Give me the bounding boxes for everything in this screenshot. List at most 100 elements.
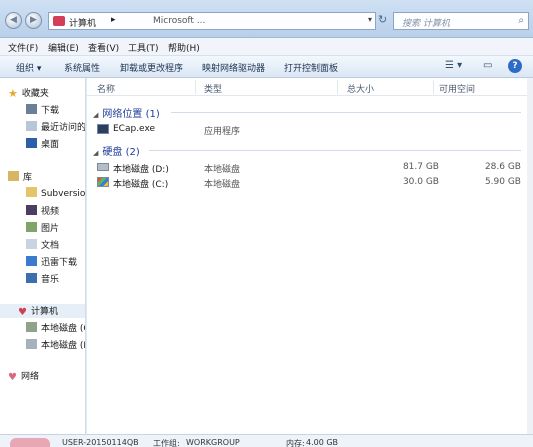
map-network-drive-button[interactable]: 映射网络驱动器 (202, 61, 265, 74)
group-network-label: 网络位置 (1) (102, 109, 160, 120)
video-icon (26, 205, 37, 215)
menu-tools[interactable]: 工具(T) (128, 41, 159, 54)
forward-button[interactable]: ▶ (25, 12, 42, 29)
menu-view[interactable]: 查看(V) (88, 41, 119, 54)
column-header: 名称 类型 总大小 可用空间 (87, 78, 533, 96)
uninstall-program-button[interactable]: 卸载或更改程序 (120, 61, 183, 74)
nav-network[interactable]: ♥ 网络 (8, 369, 39, 383)
nav-local-disk-2-label: 本地磁盘 (D (41, 341, 86, 351)
nav-network-label: 网络 (20, 372, 39, 382)
menu-help[interactable]: 帮助(H) (168, 41, 200, 54)
column-free-space[interactable]: 可用空间 (439, 82, 475, 95)
downloads-folder-icon (26, 104, 37, 114)
breadcrumb-separator[interactable]: ▸ (111, 15, 116, 25)
nav-desktop[interactable]: 桌面 (26, 137, 59, 151)
address-extra-text: Microsoft ... (153, 16, 206, 26)
back-button[interactable]: ◀ (5, 12, 22, 29)
search-icon[interactable]: ⌕ (518, 15, 524, 26)
preview-pane-icon[interactable]: ▭ (483, 60, 492, 71)
library-icon (8, 171, 19, 181)
xunlei-download-icon (26, 256, 37, 266)
drive-icon (26, 322, 37, 332)
column-divider[interactable] (433, 80, 434, 94)
organize-button[interactable]: 组织 ▾ (16, 61, 41, 74)
system-properties-button[interactable]: 系统属性 (64, 61, 100, 74)
drive-row[interactable]: 本地磁盘 (D:) 本地磁盘 81.7 GB 28.6 GB (97, 161, 527, 175)
collapse-triangle-icon[interactable]: ◢ (93, 149, 98, 157)
menu-bar: 文件(F) 编辑(E) 查看(V) 工具(T) 帮助(H) (0, 38, 533, 56)
group-divider (171, 112, 521, 113)
nav-documents[interactable]: 文档 (26, 238, 59, 252)
nav-subversion[interactable]: Subversion (26, 187, 86, 201)
file-name: ECap.exe (113, 124, 156, 134)
collapse-triangle-icon[interactable]: ◢ (93, 111, 98, 119)
refresh-icon[interactable]: ↻ (378, 13, 387, 26)
group-hard-disks[interactable]: ◢ 硬盘 (2) (93, 143, 521, 158)
nav-favorites-label: 收藏夹 (21, 89, 49, 99)
navigation-pane: ★收藏夹 下载 最近访问的 桌面 库 Subversion 视频 图片 文档 迅… (0, 78, 86, 434)
group-network-locations[interactable]: ◢ 网络位置 (1) (93, 105, 521, 120)
nav-subversion-label: Subversion (41, 189, 86, 199)
drive-free-space: 5.90 GB (484, 177, 521, 187)
nav-favorites[interactable]: ★ 收藏夹 (8, 86, 49, 100)
column-type[interactable]: 类型 (204, 82, 222, 95)
nav-xunlei[interactable]: 迅雷下载 (26, 255, 77, 269)
title-bar: ◀ ▶ 计算机 ▸ Microsoft ... ▾ ↻ 搜索 计算机 ⌕ (0, 0, 533, 38)
nav-music[interactable]: 音乐 (26, 272, 59, 286)
nav-local-disk-1-label: 本地磁盘 (C (41, 324, 86, 334)
computer-icon (53, 16, 65, 26)
nav-computer[interactable]: ♥ 计算机 (0, 304, 85, 318)
picture-icon (26, 222, 37, 232)
column-divider[interactable] (337, 80, 338, 94)
breadcrumb-computer[interactable]: 计算机 (69, 16, 96, 29)
memory-value: 4.00 GB (306, 438, 339, 447)
nav-documents-label: 文档 (41, 241, 60, 251)
group-disks-label: 硬盘 (2) (102, 147, 140, 158)
folder-icon (26, 187, 37, 197)
nav-downloads[interactable]: 下载 (26, 103, 59, 117)
star-icon: ★ (8, 87, 18, 100)
computer-heart-icon: ♥ (18, 307, 27, 318)
nav-pictures[interactable]: 图片 (26, 221, 59, 235)
forward-arrow-icon: ▶ (30, 15, 37, 25)
nav-computer-label: 计算机 (30, 307, 58, 317)
column-name[interactable]: 名称 (97, 82, 115, 95)
drive-name: 本地磁盘 (C:) (113, 180, 169, 190)
nav-recent[interactable]: 最近访问的 (26, 120, 85, 134)
nav-libraries[interactable]: 库 (8, 170, 32, 184)
workgroup-label: 工作组: (153, 439, 180, 447)
window-controls[interactable] (469, 0, 529, 12)
drive-row[interactable]: 本地磁盘 (C:) 本地磁盘 30.0 GB 5.90 GB (97, 176, 527, 190)
column-total-size[interactable]: 总大小 (347, 82, 374, 95)
open-control-panel-button[interactable]: 打开控制面板 (284, 61, 338, 74)
music-icon (26, 273, 37, 283)
file-row[interactable]: ECap.exe 应用程序 (97, 123, 527, 137)
command-bar: 组织 ▾ 系统属性 卸载或更改程序 映射网络驱动器 打开控制面板 ☰ ▾ ▭ ? (0, 56, 533, 78)
nav-downloads-label: 下载 (41, 106, 60, 116)
menu-edit[interactable]: 编辑(E) (48, 41, 79, 54)
search-input[interactable]: 搜索 计算机 ⌕ (393, 12, 529, 30)
nav-local-disk-1[interactable]: 本地磁盘 (C (26, 321, 86, 335)
column-divider[interactable] (195, 80, 196, 94)
address-dropdown-icon[interactable]: ▾ (368, 15, 372, 24)
nav-local-disk-2[interactable]: 本地磁盘 (D (26, 338, 86, 352)
nav-videos[interactable]: 视频 (26, 204, 59, 218)
nav-videos-label: 视频 (41, 207, 60, 217)
menu-file[interactable]: 文件(F) (8, 41, 38, 54)
hard-drive-icon (97, 163, 109, 171)
drive-type: 本地磁盘 (204, 180, 241, 190)
workgroup-value: WORKGROUP (186, 438, 240, 447)
drive-free-space: 28.6 GB (484, 162, 521, 172)
vertical-scrollbar[interactable] (527, 78, 533, 434)
computer-large-icon (10, 438, 50, 447)
computer-name: USER-20150114QB (62, 438, 139, 447)
help-icon[interactable]: ? (508, 59, 522, 73)
nav-desktop-label: 桌面 (41, 140, 60, 150)
address-bar[interactable]: 计算机 ▸ Microsoft ... ▾ (48, 12, 376, 30)
drive-total-size: 30.0 GB (402, 177, 439, 187)
document-icon (26, 239, 37, 249)
view-options-icon[interactable]: ☰ ▾ (445, 60, 462, 71)
nav-xunlei-label: 迅雷下载 (41, 258, 78, 268)
drive-type: 本地磁盘 (204, 165, 241, 175)
desktop-icon (26, 138, 37, 148)
